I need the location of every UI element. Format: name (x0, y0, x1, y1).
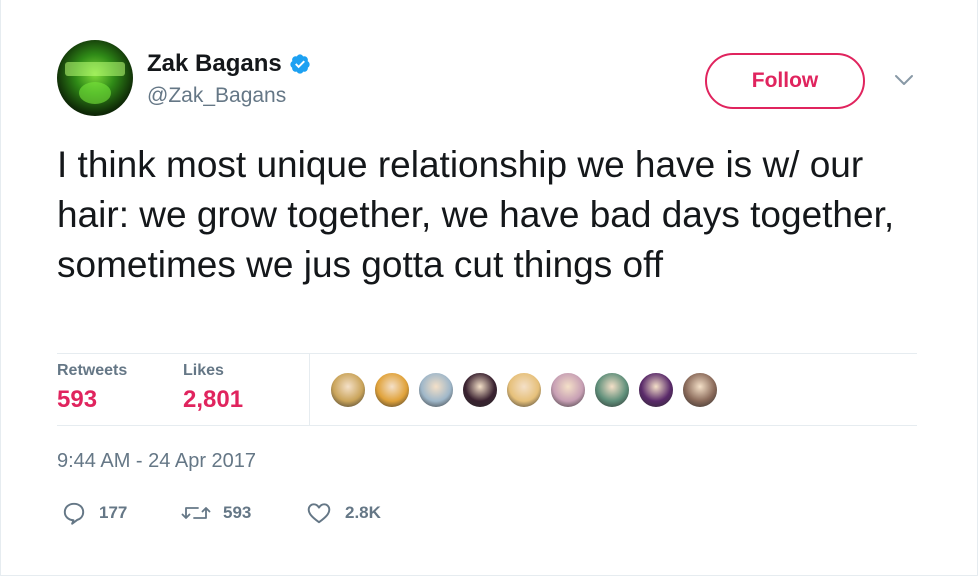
likes-value: 2,801 (183, 386, 244, 413)
retweet-button[interactable]: 593 (181, 500, 251, 526)
liker-avatar[interactable] (417, 371, 455, 409)
liker-avatar[interactable] (373, 371, 411, 409)
liker-avatar[interactable] (505, 371, 543, 409)
stats-divider-top (57, 353, 917, 354)
reply-icon (63, 502, 85, 525)
like-count: 2.8K (345, 503, 381, 522)
like-button[interactable]: 2.8K (305, 500, 381, 526)
follow-button[interactable]: Follow (705, 53, 865, 109)
avatar-graphic-band (65, 62, 125, 76)
profile-avatar[interactable] (57, 40, 133, 116)
retweets-value: 593 (57, 386, 98, 413)
retweet-count: 593 (223, 503, 252, 522)
liker-avatar[interactable] (637, 371, 675, 409)
retweet-icon (181, 507, 211, 519)
display-name[interactable]: Zak Bagans (147, 50, 282, 78)
liker-avatar[interactable] (681, 371, 719, 409)
retweets-label: Retweets (57, 362, 128, 379)
liker-avatar[interactable] (549, 371, 587, 409)
user-handle[interactable]: @Zak_Bagans (147, 84, 286, 108)
liker-avatar[interactable] (593, 371, 631, 409)
stats-vertical-divider (309, 354, 310, 426)
name-row: Zak Bagans (147, 50, 311, 78)
likes-label: Likes (183, 362, 224, 379)
tweet-text: I think most unique relationship we have… (57, 144, 895, 285)
reply-count: 177 (99, 503, 128, 522)
tweet-timestamp[interactable]: 9:44 AM - 24 Apr 2017 (57, 450, 256, 473)
liker-avatar[interactable] (461, 371, 499, 409)
tweet-card: Zak Bagans @Zak_Bagans Follow I think mo… (0, 0, 978, 576)
heart-icon (307, 503, 331, 524)
retweets-stat[interactable]: Retweets 593 (57, 362, 127, 414)
reply-button[interactable]: 177 (61, 500, 127, 526)
likes-stat[interactable]: Likes 2,801 (183, 362, 243, 414)
liker-avatar[interactable] (329, 371, 367, 409)
chevron-down-icon[interactable] (893, 72, 915, 88)
stats-divider-bottom (57, 425, 917, 426)
avatar-graphic-glow (79, 82, 111, 104)
verified-badge-icon (290, 54, 310, 74)
